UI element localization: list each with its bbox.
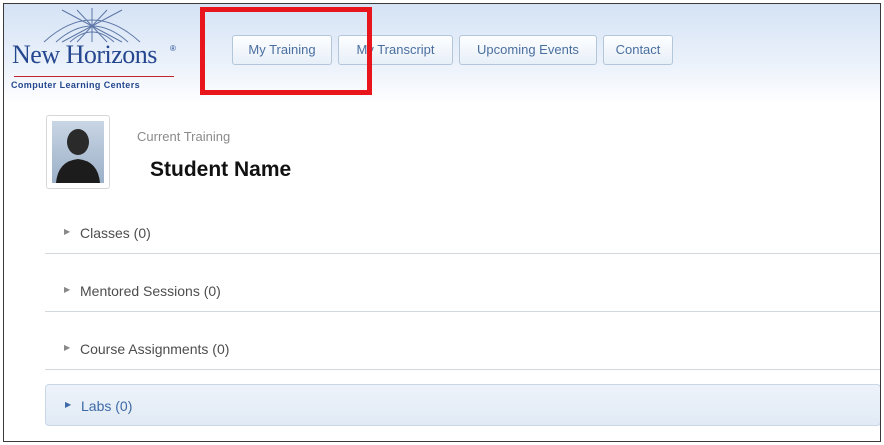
section-mentored-sessions[interactable]: ▶ Mentored Sessions (0) <box>45 270 880 312</box>
header-bar: New Horizons ® Computer Learning Centers… <box>4 4 880 104</box>
section-label: Course Assignments (0) <box>80 341 230 357</box>
student-name: Student Name <box>150 158 292 181</box>
globe-icon <box>43 8 141 43</box>
section-course-assignments[interactable]: ▶ Course Assignments (0) <box>45 328 880 370</box>
section-label: Mentored Sessions (0) <box>80 283 221 299</box>
logo-subtitle: Computer Learning Centers <box>11 80 141 90</box>
avatar <box>46 115 110 189</box>
section-label: Labs (0) <box>81 398 133 414</box>
new-horizons-logo[interactable]: New Horizons ® Computer Learning Centers <box>4 6 180 98</box>
expand-arrow-icon: ▶ <box>64 343 71 352</box>
person-silhouette-icon <box>52 121 104 183</box>
logo-wordmark: New Horizons <box>12 40 157 69</box>
expand-arrow-icon: ▶ <box>64 285 71 294</box>
nav-upcoming-events[interactable]: Upcoming Events <box>459 35 597 65</box>
section-classes[interactable]: ▶ Classes (0) <box>45 212 880 254</box>
nav-my-transcript[interactable]: My Transcript <box>338 35 453 65</box>
app-window: New Horizons ® Computer Learning Centers… <box>3 3 881 442</box>
logo-trademark: ® <box>170 44 176 53</box>
current-training-label: Current Training <box>137 129 231 144</box>
expand-arrow-icon: ▶ <box>65 400 72 409</box>
section-label: Classes (0) <box>80 225 151 241</box>
section-labs[interactable]: ▶ Labs (0) <box>45 384 880 426</box>
expand-arrow-icon: ▶ <box>64 227 71 236</box>
nav-contact[interactable]: Contact <box>603 35 673 65</box>
nav-my-training[interactable]: My Training <box>232 35 332 65</box>
logo-divider <box>14 76 174 77</box>
